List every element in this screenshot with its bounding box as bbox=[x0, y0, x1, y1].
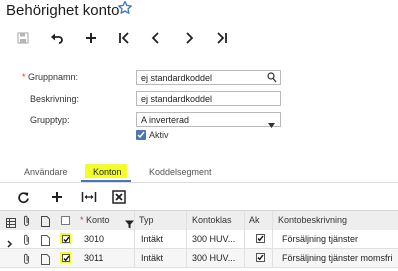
first-record-icon[interactable] bbox=[113, 27, 135, 49]
add-icon[interactable] bbox=[80, 27, 102, 49]
note-icon[interactable] bbox=[41, 252, 50, 270]
check-icon bbox=[62, 255, 70, 261]
page-title: Behörighet konto bbox=[6, 2, 120, 19]
favorite-star-icon[interactable] bbox=[117, 0, 133, 21]
column-header-kontoklass[interactable]: Kontoklas bbox=[192, 215, 232, 225]
row-select-checkbox[interactable] bbox=[60, 233, 71, 244]
check-icon bbox=[257, 254, 264, 261]
active-label: Aktiv bbox=[149, 130, 169, 140]
description-label: Beskrivning: bbox=[30, 94, 80, 104]
cell-ak-checkbox[interactable] bbox=[256, 234, 265, 243]
add-row-icon[interactable] bbox=[46, 186, 68, 208]
tab-users[interactable]: Användare bbox=[24, 167, 68, 177]
check-icon bbox=[137, 131, 145, 139]
column-header-konto[interactable]: * Konto bbox=[80, 215, 110, 225]
check-icon bbox=[62, 236, 70, 242]
table-row[interactable]: 3010 Intäkt 300 HUV... Försäljning tjäns… bbox=[0, 230, 398, 249]
active-checkbox[interactable] bbox=[136, 130, 146, 140]
table-row[interactable]: 3011 Intäkt 300 HUV... Försäljning tjäns… bbox=[0, 249, 398, 268]
previous-record-icon[interactable] bbox=[145, 27, 167, 49]
grid-header: * Konto Typ Kontoklas Ak Kontobeskrivnin… bbox=[0, 210, 398, 231]
tab-accounts[interactable]: Konton bbox=[93, 167, 122, 177]
tab-divider bbox=[0, 182, 398, 183]
chevron-down-icon bbox=[268, 118, 275, 133]
group-type-select[interactable]: A inverterad bbox=[136, 112, 281, 128]
row-select-checkbox[interactable] bbox=[60, 252, 71, 263]
description-field[interactable]: ej standardkoddel bbox=[136, 91, 281, 106]
group-name-label: * Gruppnamn: bbox=[22, 72, 79, 82]
column-header-ak[interactable]: Ak bbox=[249, 215, 260, 225]
cell-kontoklass[interactable]: 300 HUV... bbox=[192, 234, 235, 244]
last-record-icon[interactable] bbox=[211, 27, 233, 49]
export-excel-icon[interactable] bbox=[108, 186, 130, 208]
cell-kontobeskrivning[interactable]: Försäljning tjänster bbox=[282, 234, 358, 244]
cell-typ[interactable]: Intäkt bbox=[141, 253, 163, 263]
undo-icon[interactable] bbox=[46, 27, 68, 49]
column-header-typ[interactable]: Typ bbox=[139, 215, 154, 225]
cell-konto[interactable]: 3011 bbox=[84, 253, 103, 263]
check-icon bbox=[257, 235, 264, 242]
cell-kontoklass[interactable]: 300 HUV... bbox=[192, 253, 235, 263]
fit-columns-icon[interactable] bbox=[78, 186, 100, 208]
cell-kontobeskrivning[interactable]: Försäljning tjänster momsfri bbox=[282, 253, 393, 263]
save-icon[interactable] bbox=[12, 27, 34, 49]
tab-code-segments[interactable]: Koddelsegment bbox=[149, 167, 212, 177]
group-name-field[interactable]: ej standardkoddel bbox=[136, 70, 281, 85]
refresh-icon[interactable] bbox=[12, 186, 34, 208]
attachment-icon[interactable] bbox=[22, 252, 31, 270]
column-header-kontobeskrivning[interactable]: Kontobeskrivning bbox=[278, 215, 347, 225]
next-record-icon[interactable] bbox=[178, 27, 200, 49]
cell-ak-checkbox[interactable] bbox=[256, 253, 265, 262]
select-all-checkbox[interactable] bbox=[61, 216, 70, 225]
group-type-label: Grupptyp: bbox=[30, 115, 70, 125]
search-icon[interactable] bbox=[267, 72, 277, 88]
cell-konto[interactable]: 3010 bbox=[84, 234, 104, 244]
cell-typ[interactable]: Intäkt bbox=[141, 234, 163, 244]
